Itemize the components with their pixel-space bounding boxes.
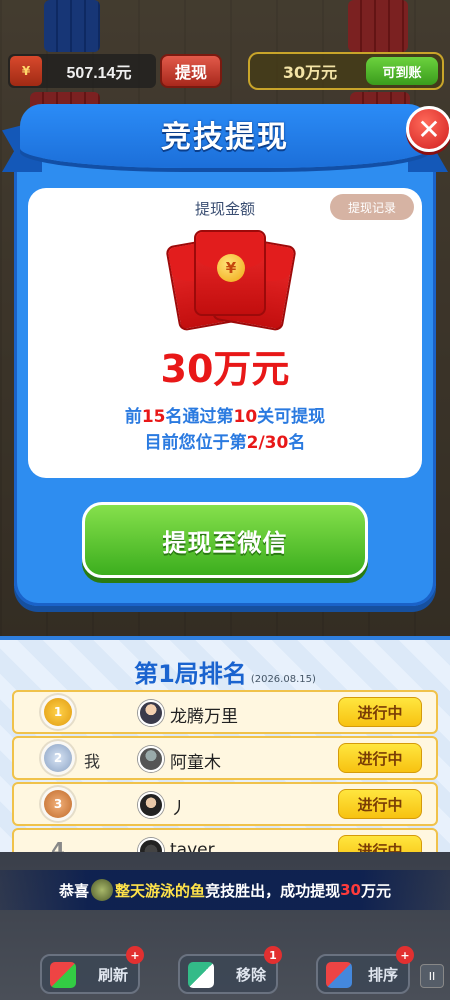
cash-icon: ¥ [10,56,42,86]
remove-icon [188,962,214,988]
status-badge: 进行中 [338,789,422,819]
withdraw-modal: 竞技提现 ✕ 提现金额 提现记录 ¥ 30万元 前15名通过第10关可提现 目前… [2,104,450,606]
red-envelope: ¥ [194,230,266,316]
hud-withdraw-button[interactable]: 提现 [160,54,222,88]
close-button[interactable]: ✕ [406,106,450,152]
refresh-button[interactable]: 刷新 + [40,946,144,994]
ranking-row: 2 我 阿童木 进行中 [12,736,438,780]
player-name: 丿 [170,799,187,819]
badge: + [396,946,414,964]
avatar [138,792,164,818]
withdraw-amount: 30万元 [160,347,290,391]
player-name: 阿童木 [170,753,221,773]
bottom-area: 恭喜 整天游泳的鱼 竞技胜出，成功提现 30 万元 刷新 + 移除 1 排序 + II [0,852,450,1000]
close-icon: ✕ [417,112,441,146]
balance-value: 507.14元 [66,65,132,82]
status-badge: 进行中 [338,743,422,773]
player-name: 龙腾万里 [170,707,238,727]
pause-button[interactable]: II [420,964,444,988]
ranking-row: 3 丿 进行中 [12,782,438,826]
current-position: 目前您位于第2/30名 [144,433,306,453]
red-envelope-icon: ¥ [165,230,297,332]
ranking-panel: 第1局排名 (2026.08.15) 1 龙腾万里 进行中 2 我 阿童木 进行中… [0,636,450,872]
goal-display: 30万元 可到账 [248,52,444,90]
avatar [138,746,164,772]
ranking-row: 1 龙腾万里 进行中 [12,690,438,734]
goal-amount: 30万元 [282,63,338,82]
modal-title: 竞技提现 [161,120,289,155]
withdraw-to-wechat-button[interactable]: 提现至微信 [82,502,368,578]
player-avatar-icon [91,879,114,901]
amount-card: 提现金额 提现记录 ¥ 30万元 前15名通过第10关可提现 目前您位于第2/3… [28,188,422,478]
yuan-coin-icon: ¥ [217,254,245,282]
remove-button[interactable]: 移除 1 [178,946,282,994]
ranking-date: (2026.08.15) [250,674,316,685]
goal-button[interactable]: 可到账 [366,57,438,85]
gold-medal-icon: 1 [44,698,72,726]
sort-icon [326,962,352,988]
sort-button[interactable]: 排序 + [316,946,414,994]
withdraw-records-button[interactable]: 提现记录 [330,194,414,220]
balance-display: ¥ 507.14元 [8,54,156,88]
badge: 1 [264,946,282,964]
me-label: 我 [84,752,101,771]
refresh-icon [50,962,76,988]
badge: + [126,946,144,964]
silver-medal-icon: 2 [44,744,72,772]
avatar [138,700,164,726]
modal-header-ribbon: 竞技提现 ✕ [2,104,450,184]
status-badge: 进行中 [338,697,422,727]
ranking-title: 第1局排名 (2026.08.15) [134,660,316,688]
withdraw-rule: 前15名通过第10关可提现 [124,407,326,427]
bronze-medal-icon: 3 [44,790,72,818]
winner-ticker: 恭喜 整天游泳的鱼 竞技胜出，成功提现 30 万元 [0,870,450,910]
